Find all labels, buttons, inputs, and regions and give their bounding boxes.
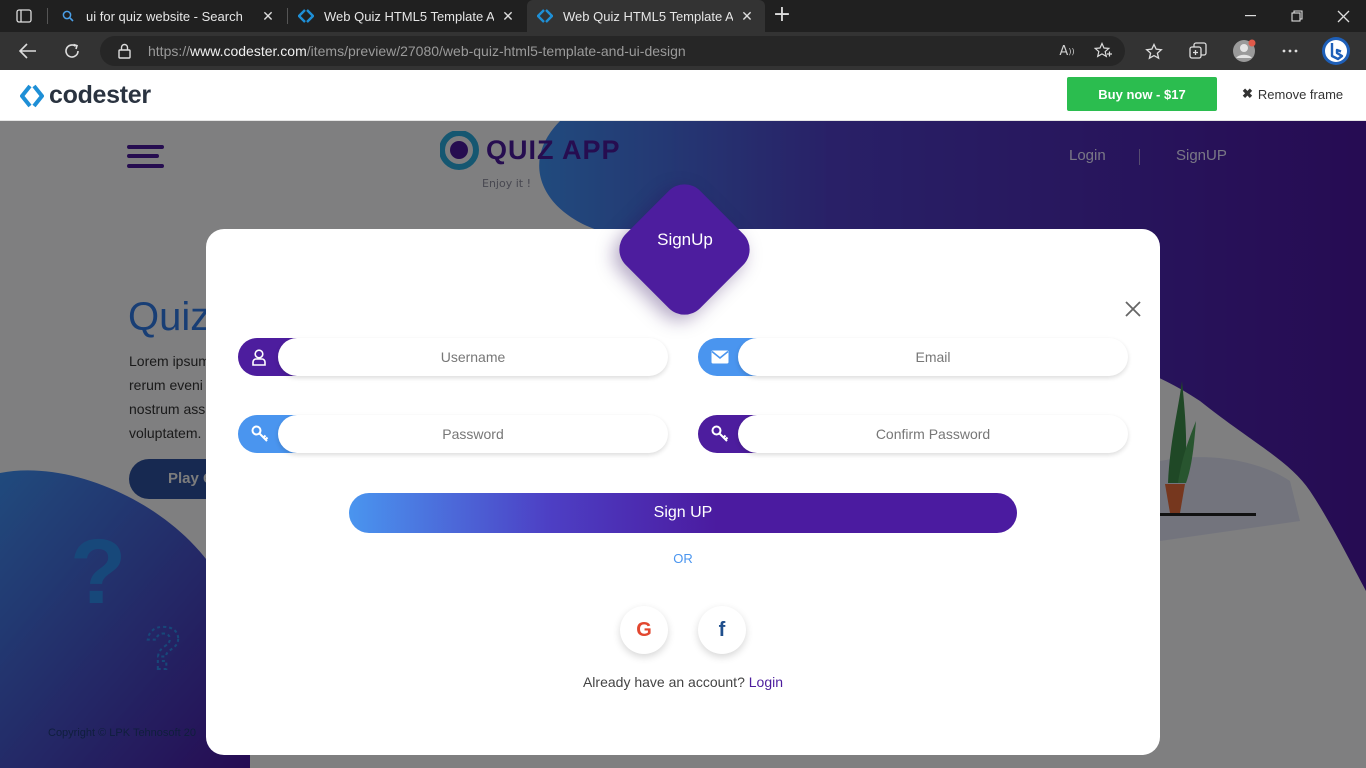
search-icon: [60, 8, 76, 24]
codester-logo-icon: [20, 84, 44, 107]
more-menu-icon[interactable]: [1275, 37, 1305, 65]
tab-label: Web Quiz HTML5 Template And UI: [563, 8, 733, 24]
collections-icon[interactable]: [1183, 37, 1213, 65]
refresh-icon[interactable]: [57, 37, 87, 65]
facebook-login-button[interactable]: f: [698, 606, 746, 654]
google-icon: G: [636, 618, 652, 641]
username-input[interactable]: Username: [278, 338, 668, 376]
modal-close-icon[interactable]: [1122, 298, 1144, 320]
or-divider: OR: [673, 551, 693, 566]
close-icon: ✖: [1242, 86, 1253, 101]
username-field[interactable]: Username: [238, 338, 668, 376]
window-close-icon[interactable]: [1320, 0, 1366, 32]
codester-logo-text: codester: [49, 81, 151, 109]
already-account-text: Already have an account? Login: [540, 674, 826, 690]
codester-logo[interactable]: codester: [20, 81, 151, 110]
remove-frame-label: Remove frame: [1257, 86, 1344, 102]
already-label: Already have an account?: [582, 674, 745, 690]
back-icon[interactable]: [13, 37, 43, 65]
address-bar-row: https://www.codester.com/items/preview/2…: [0, 32, 1366, 70]
sign-up-button[interactable]: Sign UP: [349, 493, 1017, 533]
url-field[interactable]: https://www.codester.com/items/preview/2…: [100, 36, 1125, 66]
tab-close-icon[interactable]: ✕: [260, 8, 276, 25]
codester-frame-bar: codester Buy now - $17 ✖ Remove frame: [0, 70, 1366, 121]
tab-separator: [47, 8, 48, 24]
google-login-button[interactable]: G: [620, 606, 668, 654]
tab-quiz-template-active[interactable]: Web Quiz HTML5 Template And UI ✕: [527, 0, 765, 32]
browser-tab-bar: ui for quiz website - Search ✕ Web Quiz …: [0, 0, 1366, 32]
restore-icon[interactable]: [1274, 0, 1320, 32]
tab-quiz-template[interactable]: Web Quiz HTML5 Template And UI ✕: [288, 0, 526, 32]
tab-close-icon[interactable]: ✕: [500, 8, 516, 25]
tab-label: Web Quiz HTML5 Template And UI: [324, 8, 494, 24]
modal-title: SignUp: [657, 230, 713, 249]
email-input[interactable]: Email: [738, 338, 1128, 376]
login-link[interactable]: Login: [749, 674, 783, 690]
url-path: /items/preview/27080/web-quiz-html5-temp…: [306, 43, 686, 59]
profile-avatar[interactable]: [1229, 37, 1259, 65]
tab-label: ui for quiz website - Search: [86, 8, 243, 24]
codester-icon: [298, 8, 314, 24]
new-tab-icon[interactable]: +: [770, 4, 794, 28]
url-host: www.codester.com: [190, 43, 307, 59]
minimize-icon[interactable]: [1228, 0, 1274, 32]
lock-icon: [118, 43, 131, 63]
url-prefix: https://: [148, 43, 191, 59]
add-favorite-icon[interactable]: [1092, 41, 1114, 61]
read-aloud-icon[interactable]: A)): [1056, 41, 1078, 61]
remove-frame-link[interactable]: ✖ Remove frame: [1242, 86, 1343, 102]
codester-icon: [537, 8, 553, 24]
buy-now-button[interactable]: Buy now - $17: [1067, 77, 1217, 111]
facebook-icon: f: [718, 618, 726, 641]
tab-search[interactable]: ui for quiz website - Search ✕: [50, 0, 286, 32]
favorites-icon[interactable]: [1139, 37, 1169, 65]
confirm-password-input[interactable]: Confirm Password: [738, 415, 1128, 453]
password-input[interactable]: Password: [278, 415, 668, 453]
workspaces-icon[interactable]: [10, 6, 38, 26]
tab-close-icon[interactable]: ✕: [739, 8, 755, 25]
bing-icon[interactable]: [1321, 37, 1351, 65]
confirm-password-field[interactable]: Confirm Password: [698, 415, 1128, 453]
password-field[interactable]: Password: [238, 415, 668, 453]
email-field[interactable]: Email: [698, 338, 1128, 376]
url-text: https://www.codester.com/items/preview/2…: [148, 43, 686, 59]
